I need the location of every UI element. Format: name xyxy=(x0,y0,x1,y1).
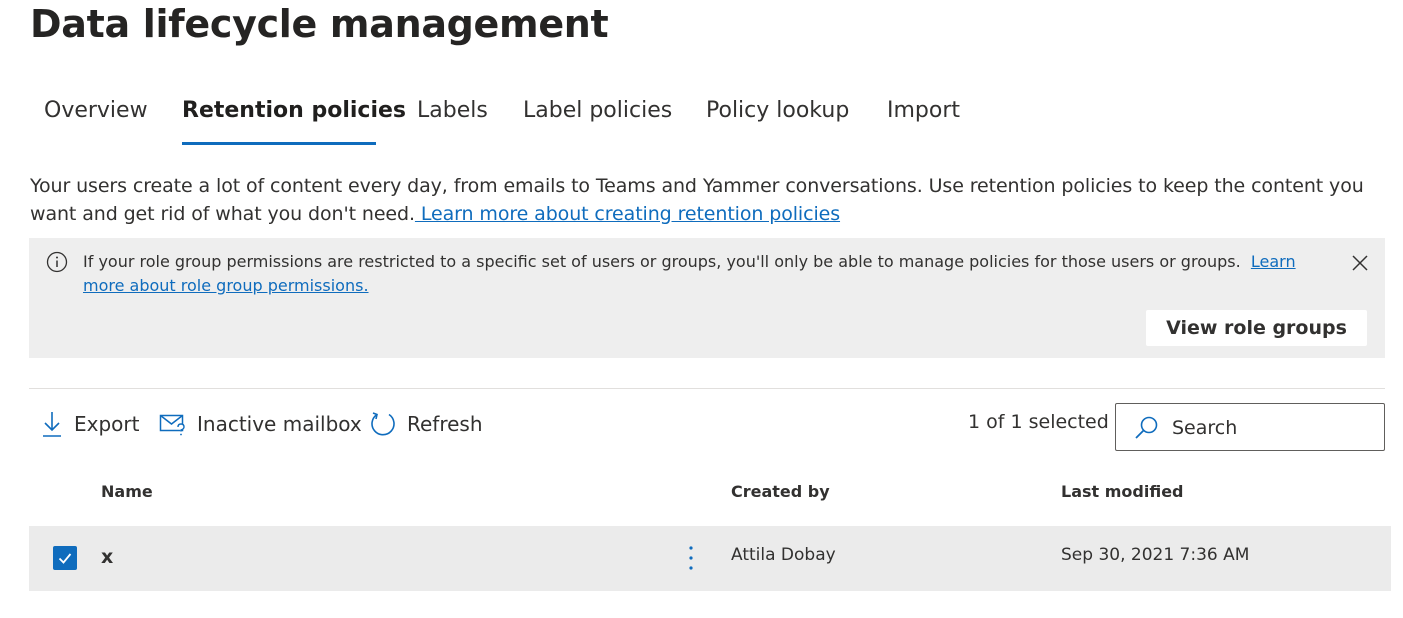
search-icon-container xyxy=(1134,415,1160,445)
export-label: Export xyxy=(74,412,140,436)
tab-labels[interactable]: Labels xyxy=(417,98,488,133)
view-role-groups-button[interactable]: View role groups xyxy=(1146,310,1367,346)
policy-name[interactable]: x xyxy=(101,546,113,568)
close-icon[interactable] xyxy=(1349,252,1371,274)
export-button[interactable]: Export xyxy=(40,406,139,442)
refresh-button[interactable]: Refresh xyxy=(369,406,483,442)
column-header-name[interactable]: Name xyxy=(101,482,153,501)
banner-message: If your role group permissions are restr… xyxy=(83,250,1303,298)
column-header-created-by[interactable]: Created by xyxy=(731,482,830,501)
last-modified-cell: Sep 30, 2021 7:36 AM xyxy=(1061,545,1250,565)
tab-policy-lookup[interactable]: Policy lookup xyxy=(706,98,849,133)
page-description: Your users create a lot of content every… xyxy=(30,172,1390,228)
tab-retention-policies[interactable]: Retention policies xyxy=(182,98,406,133)
tab-label-policies[interactable]: Label policies xyxy=(523,98,672,133)
learn-more-retention-link[interactable]: Learn more about creating retention poli… xyxy=(415,203,840,225)
more-options-icon[interactable] xyxy=(681,544,701,572)
refresh-icon xyxy=(371,412,395,436)
tab-import[interactable]: Import xyxy=(887,98,960,133)
search-input[interactable] xyxy=(1170,412,1374,444)
inactive-mailbox-label: Inactive mailbox xyxy=(197,412,362,436)
banner-message-text: If your role group permissions are restr… xyxy=(83,252,1241,271)
search-icon xyxy=(1135,416,1158,439)
created-by-cell: Attila Dobay xyxy=(731,545,836,565)
selected-count: 1 of 1 selected xyxy=(968,411,1109,433)
inactive-mailbox-button[interactable]: Inactive mailbox xyxy=(159,406,362,442)
page-title: Data lifecycle management xyxy=(30,2,609,46)
mail-question-icon xyxy=(159,414,185,436)
info-banner: If your role group permissions are restr… xyxy=(29,238,1385,358)
info-icon xyxy=(46,251,68,273)
tab-overview[interactable]: Overview xyxy=(44,98,148,133)
column-header-last-modified[interactable]: Last modified xyxy=(1061,482,1184,501)
checkmark-icon xyxy=(58,553,72,564)
active-tab-indicator xyxy=(182,142,376,145)
refresh-label: Refresh xyxy=(407,412,483,436)
table-row[interactable]: x Attila Dobay Sep 30, 2021 7:36 AM xyxy=(29,526,1391,591)
row-checkbox[interactable] xyxy=(53,546,77,570)
search-box[interactable] xyxy=(1115,403,1385,451)
divider xyxy=(29,388,1385,389)
download-icon xyxy=(43,412,61,437)
